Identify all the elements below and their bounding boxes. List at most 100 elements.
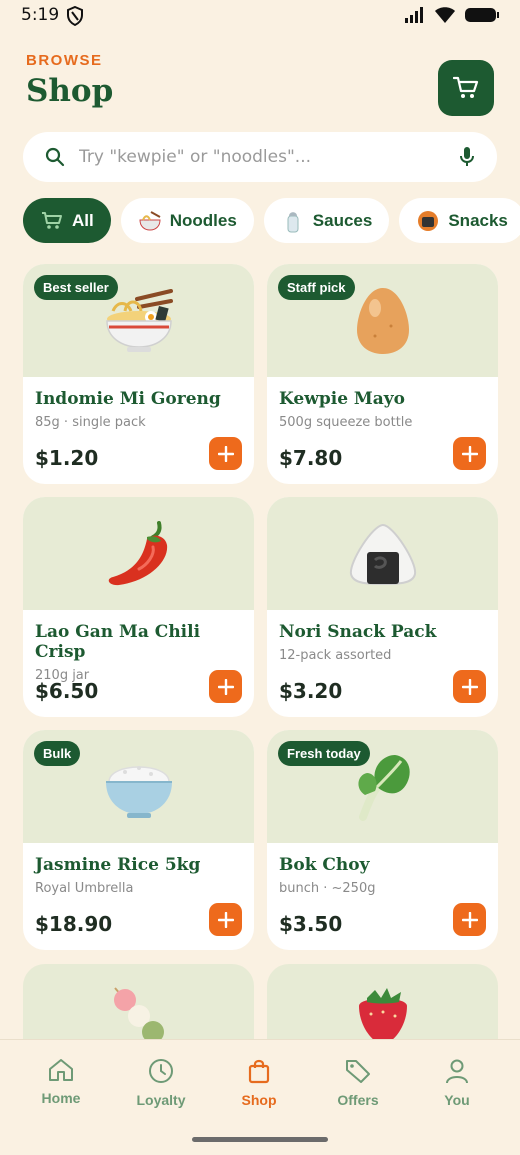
product-meta: 500g squeeze bottle bbox=[279, 415, 413, 430]
ramen-icon bbox=[138, 209, 162, 233]
plus-icon bbox=[217, 445, 234, 462]
cart-icon bbox=[453, 76, 479, 98]
page-title: Shop bbox=[26, 73, 114, 109]
product-image: Best seller bbox=[23, 264, 254, 377]
search-icon bbox=[45, 147, 65, 167]
search-input[interactable] bbox=[79, 147, 459, 167]
nav-label: You bbox=[444, 1092, 470, 1108]
nav-label: Offers bbox=[337, 1092, 379, 1108]
product-grid: Best seller Indomie Mi Goreng 85g · sing… bbox=[23, 264, 498, 950]
signal-icon bbox=[405, 7, 423, 23]
chili-pepper-icon bbox=[108, 520, 167, 585]
battery-icon bbox=[465, 8, 499, 22]
add-to-cart-button[interactable] bbox=[209, 903, 242, 936]
product-card[interactable]: Fresh today Bok Choy bunch · ~250g $3.50 bbox=[267, 730, 498, 950]
nav-label: Shop bbox=[241, 1092, 277, 1108]
search-bar[interactable] bbox=[23, 132, 497, 182]
product-name: Bok Choy bbox=[279, 855, 370, 875]
page-eyebrow: BROWSE bbox=[26, 52, 103, 69]
product-price: $3.20 bbox=[279, 679, 343, 703]
product-grid-partial bbox=[23, 964, 498, 1044]
onigiri-icon bbox=[349, 523, 416, 585]
product-meta: bunch · ~250g bbox=[279, 881, 376, 896]
product-card[interactable]: Staff pick Kewpie Mayo 500g squeeze bott… bbox=[267, 264, 498, 484]
product-image: Fresh today bbox=[267, 730, 498, 843]
product-meta: 85g · single pack bbox=[35, 415, 146, 430]
product-price: $1.20 bbox=[35, 446, 99, 470]
onigiri-icon bbox=[416, 209, 440, 233]
shopping-bag-icon bbox=[248, 1059, 270, 1084]
product-price: $18.90 bbox=[35, 912, 113, 936]
add-to-cart-button[interactable] bbox=[453, 903, 486, 936]
nav-item-offers[interactable]: Offers bbox=[318, 1058, 398, 1108]
product-card[interactable] bbox=[23, 964, 254, 1044]
nav-item-home[interactable]: Home bbox=[21, 1058, 101, 1106]
add-to-cart-button[interactable] bbox=[209, 437, 242, 470]
nav-item-you[interactable]: You bbox=[417, 1058, 497, 1108]
chip-label: Noodles bbox=[169, 210, 237, 230]
plus-icon bbox=[461, 678, 478, 695]
dango-icon bbox=[113, 987, 164, 1044]
nav-label: Home bbox=[41, 1090, 81, 1106]
chip-label: Snacks bbox=[448, 210, 508, 230]
chip-label: Sauces bbox=[312, 210, 373, 230]
product-name: Nori Snack Pack bbox=[279, 622, 437, 642]
product-badge: Best seller bbox=[34, 275, 118, 300]
product-name: Indomie Mi Goreng bbox=[35, 389, 221, 409]
add-to-cart-button[interactable] bbox=[209, 670, 242, 703]
product-card[interactable]: Bulk Jasmine Rice 5kg Royal Umbrella $18… bbox=[23, 730, 254, 950]
rice-bowl-icon bbox=[105, 765, 172, 818]
status-indicators bbox=[404, 6, 500, 24]
product-badge: Staff pick bbox=[278, 275, 355, 300]
home-indicator[interactable] bbox=[192, 1137, 328, 1142]
product-price: $3.50 bbox=[279, 912, 343, 936]
plus-icon bbox=[461, 911, 478, 928]
product-image bbox=[23, 497, 254, 610]
product-card[interactable] bbox=[267, 964, 498, 1044]
nav-item-loyalty[interactable]: Loyalty bbox=[121, 1058, 201, 1108]
person-icon bbox=[446, 1059, 468, 1084]
product-name: Lao Gan Ma Chili Crisp bbox=[35, 622, 201, 662]
add-to-cart-button[interactable] bbox=[453, 437, 486, 470]
product-meta: 12-pack assorted bbox=[279, 648, 392, 663]
product-price: $7.80 bbox=[279, 446, 343, 470]
product-image: Bulk bbox=[23, 730, 254, 843]
plus-icon bbox=[217, 911, 234, 928]
egg-icon bbox=[356, 287, 409, 354]
clock-icon bbox=[149, 1059, 173, 1083]
microphone-icon[interactable] bbox=[459, 146, 475, 168]
tag-icon bbox=[346, 1060, 370, 1083]
plus-icon bbox=[217, 678, 234, 695]
strawberry-icon bbox=[358, 988, 407, 1044]
nav-label: Loyalty bbox=[136, 1092, 186, 1108]
salt-shaker-icon bbox=[281, 209, 305, 233]
add-to-cart-button[interactable] bbox=[453, 670, 486, 703]
cart-icon bbox=[40, 209, 64, 233]
home-icon bbox=[49, 1059, 73, 1081]
category-chips: All Noodles Sauces Snacks bbox=[23, 198, 520, 243]
product-meta: Royal Umbrella bbox=[35, 881, 134, 896]
product-name: Jasmine Rice 5kg bbox=[35, 855, 201, 875]
product-price: $6.50 bbox=[35, 679, 99, 703]
product-card[interactable]: Lao Gan Ma Chili Crisp 210g jar $6.50 bbox=[23, 497, 254, 717]
product-image: Staff pick bbox=[267, 264, 498, 377]
product-card[interactable]: Nori Snack Pack 12-pack assorted $3.20 bbox=[267, 497, 498, 717]
wifi-icon bbox=[435, 7, 455, 23]
chip-noodles[interactable]: Noodles bbox=[120, 198, 254, 243]
status-bar: 5:19 bbox=[0, 0, 520, 32]
product-badge: Fresh today bbox=[278, 741, 370, 766]
nav-item-shop[interactable]: Shop bbox=[219, 1058, 299, 1108]
product-card[interactable]: Best seller Indomie Mi Goreng 85g · sing… bbox=[23, 264, 254, 484]
product-name: Kewpie Mayo bbox=[279, 389, 405, 409]
chip-label: All bbox=[72, 210, 94, 230]
chip-sauces[interactable]: Sauces bbox=[263, 198, 390, 243]
cart-button[interactable] bbox=[438, 60, 494, 116]
chip-snacks[interactable]: Snacks bbox=[399, 198, 520, 243]
status-time: 5:19 bbox=[21, 5, 60, 25]
shield-icon bbox=[67, 6, 83, 26]
chip-all[interactable]: All bbox=[23, 198, 111, 243]
product-badge: Bulk bbox=[34, 741, 81, 766]
product-image bbox=[267, 497, 498, 610]
page-header: BROWSE Shop bbox=[26, 52, 113, 109]
plus-icon bbox=[461, 445, 478, 462]
